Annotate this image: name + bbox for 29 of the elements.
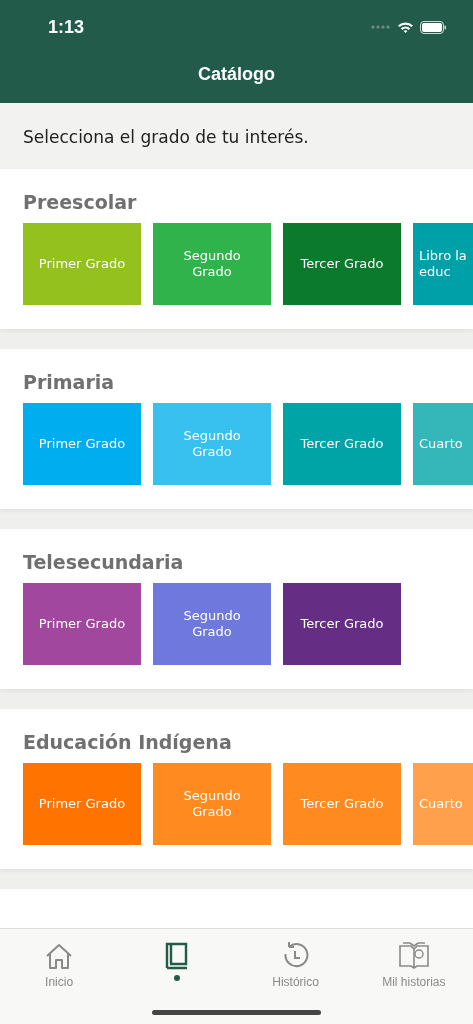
signal-icon	[371, 25, 391, 29]
status-time: 1:13	[48, 16, 85, 38]
open-book-icon	[397, 941, 430, 971]
grade-tile[interactable]: Libro la educ	[413, 223, 473, 305]
battery-icon	[420, 20, 447, 34]
grade-tile[interactable]: Tercer Grado	[283, 403, 401, 485]
wifi-icon	[397, 21, 414, 33]
section-title: Primaria	[23, 371, 116, 393]
tab-item[interactable]: Inicio	[0, 941, 119, 1024]
section-title: Educación Indígena	[23, 731, 233, 753]
grade-tile[interactable]: Segundo Grado	[153, 403, 271, 485]
grade-tile[interactable]: Cuarto	[413, 403, 473, 485]
grade-tile[interactable]: Primer Grado	[23, 403, 141, 485]
grade-tile[interactable]: Segundo Grado	[153, 223, 271, 305]
grade-tile[interactable]: Segundo Grado	[153, 763, 271, 845]
selected-dot	[174, 975, 181, 981]
grade-tile[interactable]: Primer Grado	[23, 583, 141, 665]
tab-item[interactable]: Mil historias	[354, 941, 473, 1024]
section-title: Preescolar	[23, 191, 138, 213]
section-title: Telesecundaria	[23, 551, 185, 573]
grade-tile[interactable]: Primer Grado	[23, 223, 141, 305]
screen-title: Catálogo	[197, 64, 276, 85]
grade-tile[interactable]: Primer Grado	[23, 763, 141, 845]
grade-tile[interactable]: Segundo Grado	[153, 583, 271, 665]
grade-tile[interactable]: Tercer Grado	[283, 223, 401, 305]
grade-tile[interactable]: Tercer Grado	[283, 763, 401, 845]
grade-tile[interactable]: Tercer Grado	[283, 583, 401, 665]
tab-item[interactable]: Histórico	[236, 941, 355, 1024]
grade-tile[interactable]: Cuarto	[413, 763, 473, 845]
